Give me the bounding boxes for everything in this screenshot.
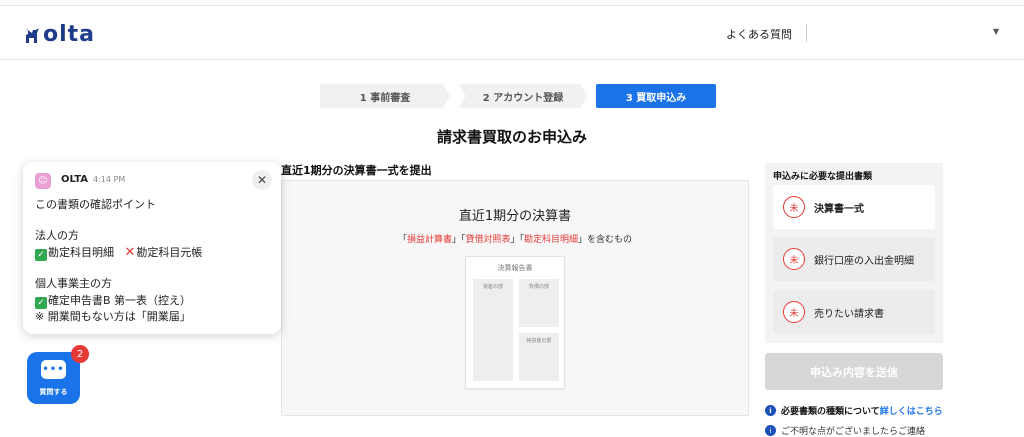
required-docs-panel: 申込みに必要な提出書類 未 決算書一式 未 銀行口座の入出金明細 未 売りたい請…	[765, 163, 943, 343]
req-item-financials[interactable]: 未 決算書一式	[773, 185, 935, 229]
page-title: 請求書買取のお申込み	[436, 128, 587, 146]
req-label: 銀行口座の入出金明細	[814, 255, 914, 267]
req-label: 売りたい請求書	[814, 308, 884, 320]
document-title: 直近1期分の決算書	[458, 209, 572, 224]
corp-label: 法人の方	[35, 229, 79, 242]
close-icon[interactable]: ✕	[252, 170, 272, 190]
cross-icon: ✕	[124, 245, 136, 260]
message-time: 4:14 PM	[93, 175, 126, 184]
cat-logo-icon	[26, 27, 39, 43]
olta-logo[interactable]: olta	[24, 22, 95, 47]
document-subtitle: 「損益計算書」「貸借対照表」「勘定科目明細」を含むもの	[397, 235, 633, 245]
indiv-note: ※ 開業間もない方は「開業届」	[35, 310, 191, 323]
step-1: 1 事前審査	[320, 84, 450, 108]
req-item-invoice[interactable]: 未 売りたい請求書	[773, 290, 935, 334]
paper-liabilities: 負債の部	[519, 279, 559, 327]
chat-bubble-icon: •••	[41, 360, 66, 379]
paper-equity: 純資産の部	[519, 333, 559, 381]
doc-item-bs: 貸借対照表	[465, 235, 511, 245]
status-mark: 未	[783, 196, 805, 218]
document-illustration: 決算報告書 資産の部 負債の部 純資産の部	[465, 256, 565, 389]
account-dropdown-caret-icon[interactable]: ▼	[993, 27, 999, 36]
doc-item-detail: 勘定科目明細	[524, 235, 579, 245]
paper-assets: 資産の部	[473, 279, 513, 381]
step-3-active: 3 買取申込み	[596, 84, 716, 108]
chat-message-popup: ☺ OLTA 4:14 PM ✕ この書類の確認ポイント 法人の方 ✓ 勘定科目明…	[23, 162, 281, 334]
status-mark: 未	[783, 301, 805, 323]
status-mark: 未	[783, 248, 805, 270]
corp-items: ✓ 勘定科目明細 ✕勘定科目元帳	[35, 244, 202, 261]
info-row: i 必要書類の種類について 詳しくはこちら	[765, 404, 943, 417]
logo-text: olta	[43, 22, 96, 47]
req-label: 決算書一式	[814, 203, 864, 215]
document-dropzone[interactable]: 直近1期分の決算書 「損益計算書」「貸借対照表」「勘定科目明細」を含むもの 決算…	[281, 180, 749, 416]
popup-heading: この書類の確認ポイント	[35, 198, 156, 211]
info-icon: i	[765, 405, 776, 416]
chat-launcher-button[interactable]: ••• 質問する	[27, 352, 80, 404]
faq-link[interactable]: よくある質問	[726, 26, 792, 42]
req-item-bank-statement[interactable]: 未 銀行口座の入出金明細	[773, 237, 935, 281]
unread-badge: 2	[71, 345, 89, 363]
indiv-item: ✓ 確定申告書B 第一表（控え）	[35, 292, 191, 309]
submit-button[interactable]: 申込み内容を送信	[765, 353, 943, 390]
section-label: 直近1期分の決算書一式を提出	[281, 164, 432, 177]
doc-item-pl: 損益計算書	[406, 235, 452, 245]
sender-name: OLTA	[61, 174, 89, 185]
step-2: 2 アカウント登録	[458, 84, 588, 108]
header: olta よくある質問 ▼	[0, 6, 1024, 60]
chat-label: 質問する	[39, 388, 68, 396]
info-text: 必要書類の種類について	[781, 407, 880, 417]
paper-title: 決算報告書	[497, 264, 533, 272]
indiv-label: 個人事業主の方	[35, 277, 112, 290]
check-icon: ✓	[35, 249, 47, 261]
side-title: 申込みに必要な提出書類	[773, 172, 873, 182]
header-divider	[806, 24, 807, 42]
details-link[interactable]: 詳しくはこちら	[880, 404, 943, 417]
sender-avatar: ☺	[35, 173, 51, 189]
